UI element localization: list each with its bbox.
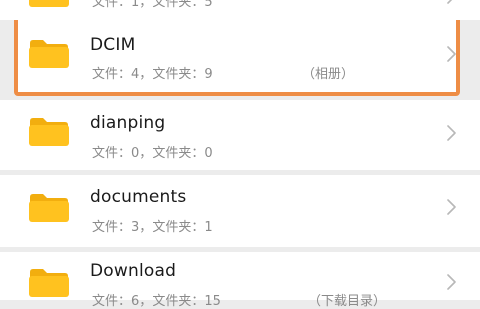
- folders-count: 1: [204, 220, 213, 235]
- separator: ，: [139, 220, 153, 235]
- folders-label: 文件夹：: [152, 146, 205, 161]
- folders-label: 文件夹：: [152, 294, 205, 309]
- files-label: 文件：: [92, 294, 132, 309]
- folders-label: 文件夹：: [152, 0, 205, 10]
- files-label: 文件：: [92, 220, 132, 235]
- folder-row-download[interactable]: Download 文件：6，文件夹：15 （下载目录）: [0, 252, 480, 309]
- separator: ，: [139, 67, 153, 82]
- folder-name: dianping: [90, 113, 166, 133]
- chevron-right-icon[interactable]: [447, 199, 456, 215]
- folder-meta: 文件：1，文件夹：5: [92, 0, 213, 10]
- files-label: 文件：: [92, 0, 132, 10]
- folder-name: DCIM: [90, 35, 136, 55]
- separator: ，: [139, 146, 153, 161]
- folder-name: documents: [90, 187, 187, 207]
- folders-label: 文件夹：: [152, 220, 205, 235]
- folder-icon: [28, 39, 70, 69]
- folder-icon: [28, 193, 70, 223]
- folders-label: 文件夹：: [152, 67, 205, 82]
- chevron-right-icon[interactable]: [447, 46, 456, 62]
- chevron-right-icon[interactable]: [447, 0, 456, 4]
- folders-count: 9: [204, 67, 213, 82]
- folder-icon: [28, 268, 70, 298]
- chevron-right-icon[interactable]: [447, 274, 456, 290]
- folder-name: Download: [90, 261, 177, 281]
- folder-meta: 文件：4，文件夹：9: [92, 63, 213, 82]
- folder-meta: 文件：3，文件夹：1: [92, 216, 213, 235]
- folder-meta: 文件：0，文件夹：0: [92, 142, 213, 161]
- folder-row-documents[interactable]: documents 文件：3，文件夹：1: [0, 175, 480, 247]
- folder-icon: [28, 117, 70, 147]
- folders-count: 0: [204, 146, 213, 161]
- folder-row-dcim[interactable]: DCIM 文件：4，文件夹：9 （相册）: [0, 17, 480, 91]
- files-label: 文件：: [92, 67, 132, 82]
- folders-count: 15: [204, 294, 221, 309]
- folder-tag: （相册）: [302, 67, 355, 82]
- separator: ，: [139, 294, 153, 309]
- folders-count: 5: [204, 0, 213, 10]
- separator: ，: [139, 0, 153, 10]
- folder-list: 文件：1，文件夹：5 DCIM 文件：4，文件夹：9 （相册） dianping 文件…: [0, 0, 480, 309]
- chevron-right-icon[interactable]: [447, 125, 456, 141]
- files-label: 文件：: [92, 146, 132, 161]
- folder-row-dianping[interactable]: dianping 文件：0，文件夹：0: [0, 100, 480, 170]
- folder-icon: [28, 0, 70, 8]
